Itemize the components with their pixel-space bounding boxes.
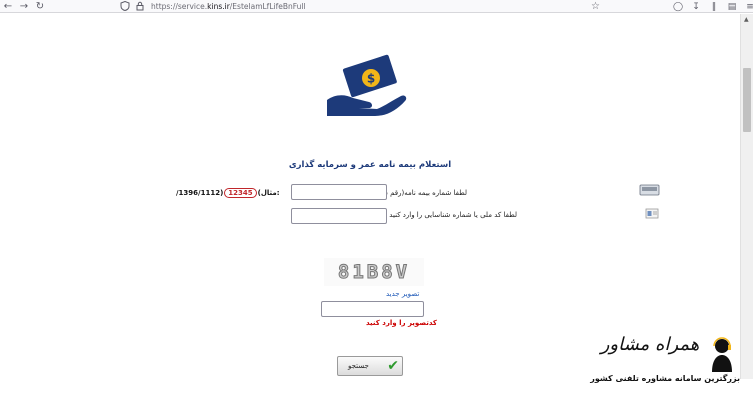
downloads-icon[interactable]: ↧	[690, 2, 702, 12]
watermark-title: همراه مشاور	[600, 334, 700, 355]
page-title: استعلام بیمه نامه عمر و سرمایه گذاری	[288, 160, 452, 170]
new-image-link[interactable]: تصویر جدید	[386, 290, 419, 298]
reload-icon[interactable]: ↻	[32, 0, 48, 13]
lock-icon[interactable]	[135, 1, 145, 11]
captcha-image: 81B8V	[324, 258, 424, 286]
address-bar[interactable]: https://service.kins.ir/EstelamLfLifeBnF…	[120, 0, 607, 12]
checkmark-icon: ✔	[387, 358, 399, 374]
bookmark-star-icon[interactable]: ☆	[591, 1, 600, 12]
example-prefix: (مثال:	[257, 189, 280, 197]
sidebar-icon[interactable]: ▤	[726, 2, 738, 12]
national-code-input[interactable]	[291, 208, 387, 224]
captcha-error: کدتصویر را وارد کنید	[366, 319, 437, 327]
page-content: $ استعلام بیمه نامه عمر و سرمایه گذاری ل…	[0, 14, 740, 383]
url-text[interactable]: https://service.kins.ir/EstelamLfLifeBnF…	[151, 2, 306, 11]
example-suffix: /1396/1112)	[176, 189, 224, 197]
watermark: همراه مشاور بزرگترین سامانه مشاوره تلفنی…	[580, 334, 740, 393]
shield-icon[interactable]	[120, 1, 130, 11]
forward-icon[interactable]: →	[16, 0, 32, 13]
scroll-up-icon[interactable]: ▲	[744, 16, 749, 23]
insurance-logo-icon: $	[327, 54, 407, 116]
url-prefix: https://service.	[151, 1, 208, 11]
url-path: /EstelamLfLifeBnFull	[229, 1, 306, 11]
consultant-headset-icon	[712, 337, 732, 372]
back-icon[interactable]: ←	[0, 0, 16, 13]
scroll-thumb[interactable]	[743, 68, 751, 132]
menu-icon[interactable]: ≡	[744, 2, 753, 12]
card-reader-icon	[639, 184, 660, 196]
library-icon[interactable]: ‖	[708, 2, 720, 12]
national-code-label: لطفا کد ملی یا شماره شناسایی را وارد کنی…	[389, 211, 517, 219]
example-highlight: 12345	[224, 188, 257, 198]
search-button[interactable]: جستجو ✔	[337, 356, 403, 376]
id-card-icon	[645, 208, 659, 219]
url-domain: kins.ir	[207, 1, 230, 11]
pocket-icon[interactable]: ◯	[672, 2, 684, 12]
policy-number-input[interactable]	[291, 184, 387, 200]
vertical-scrollbar[interactable]: ▲	[740, 14, 753, 379]
policy-example: /1396/1112) 12345 (مثال:	[176, 188, 280, 198]
captcha-text: 81B8V	[337, 261, 411, 284]
browser-toolbar: ← → ↻ https://service.kins.ir/EstelamLfL…	[0, 0, 753, 13]
search-button-label: جستجو	[348, 362, 369, 370]
svg-text:$: $	[367, 72, 375, 86]
toolbar-right-icons: ◯ ↧ ‖ ▤ ≡	[672, 0, 753, 13]
captcha-input[interactable]	[321, 301, 424, 317]
